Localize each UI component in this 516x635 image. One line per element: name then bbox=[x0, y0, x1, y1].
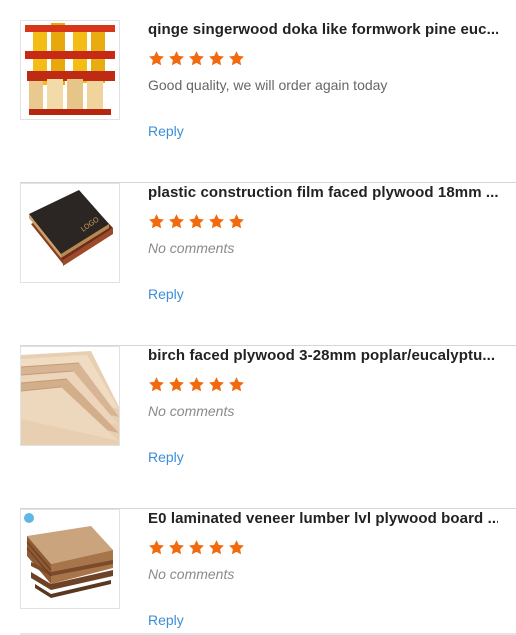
star-icon bbox=[229, 214, 244, 229]
review-comment: No comments bbox=[148, 240, 235, 256]
star-icon bbox=[209, 214, 224, 229]
review-item: LOGO plastic construction film faced ply… bbox=[20, 183, 516, 346]
star-icon bbox=[189, 540, 204, 555]
review-item: birch faced plywood 3-28mm poplar/eucaly… bbox=[20, 346, 516, 509]
star-icon bbox=[209, 377, 224, 392]
star-icon bbox=[149, 51, 164, 66]
product-thumbnail[interactable] bbox=[20, 346, 120, 446]
star-icon bbox=[189, 214, 204, 229]
review-comment: No comments bbox=[148, 403, 235, 419]
star-icon bbox=[209, 51, 224, 66]
product-thumbnail[interactable] bbox=[20, 509, 120, 609]
star-icon bbox=[229, 51, 244, 66]
star-icon bbox=[229, 377, 244, 392]
reply-link[interactable]: Reply bbox=[148, 449, 184, 465]
star-icon bbox=[149, 214, 164, 229]
star-icon bbox=[189, 377, 204, 392]
product-thumbnail[interactable]: LOGO bbox=[20, 183, 120, 283]
star-icon bbox=[169, 51, 184, 66]
product-thumbnail[interactable] bbox=[20, 20, 120, 120]
lvl-board-image bbox=[21, 510, 119, 608]
star-icon bbox=[209, 540, 224, 555]
review-item: E0 laminated veneer lumber lvl plywood b… bbox=[20, 509, 516, 635]
product-title[interactable]: birch faced plywood 3-28mm poplar/eucaly… bbox=[148, 347, 498, 364]
star-icon bbox=[169, 540, 184, 555]
star-icon bbox=[169, 377, 184, 392]
product-title[interactable]: E0 laminated veneer lumber lvl plywood b… bbox=[148, 510, 498, 527]
reply-link[interactable]: Reply bbox=[148, 612, 184, 628]
review-comment: No comments bbox=[148, 566, 235, 582]
rating-stars bbox=[148, 376, 245, 394]
rating-stars bbox=[148, 539, 245, 557]
review-item: qinge singerwood doka like formwork pine… bbox=[20, 20, 516, 183]
review-comment: Good quality, we will order again today bbox=[148, 77, 388, 93]
star-icon bbox=[149, 377, 164, 392]
product-title[interactable]: qinge singerwood doka like formwork pine… bbox=[148, 21, 498, 38]
star-icon bbox=[149, 540, 164, 555]
reply-link[interactable]: Reply bbox=[148, 123, 184, 139]
rating-stars bbox=[148, 213, 245, 231]
reply-link[interactable]: Reply bbox=[148, 286, 184, 302]
star-icon bbox=[189, 51, 204, 66]
product-title[interactable]: plastic construction film faced plywood … bbox=[148, 184, 498, 201]
film-faced-plywood-image: LOGO bbox=[21, 184, 119, 282]
star-icon bbox=[229, 540, 244, 555]
rating-stars bbox=[148, 50, 245, 68]
formwork-beam-image bbox=[21, 21, 119, 119]
star-icon bbox=[169, 214, 184, 229]
birch-plywood-image bbox=[21, 347, 119, 445]
